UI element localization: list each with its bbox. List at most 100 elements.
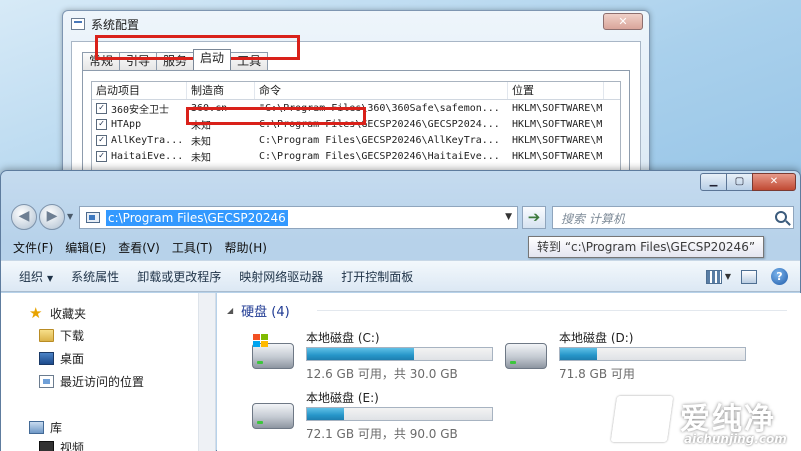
- drive-e[interactable]: 本地磁盘 (E:) 72.1 GB 可用，共 90.0 GB: [252, 389, 502, 447]
- view-controls: ▼ ?: [696, 268, 788, 285]
- nav-recent-label: 最近访问的位置: [60, 374, 145, 389]
- hard-drive-icon: [252, 403, 294, 429]
- address-bar[interactable]: c:\Program Files\GECSP20246 ▼: [79, 206, 518, 229]
- change-view-icon[interactable]: [705, 269, 722, 284]
- menu-file[interactable]: 文件(F): [13, 237, 53, 259]
- drive-free-space: 72.1 GB 可用，共 90.0 GB: [306, 427, 458, 441]
- nav-videos-label: 视频: [60, 440, 85, 451]
- tab-startup[interactable]: 启动: [193, 49, 232, 70]
- uninstall-program-button[interactable]: 卸载或更改程序: [137, 268, 221, 285]
- tab-services[interactable]: 服务: [156, 52, 195, 70]
- minimize-icon[interactable]: ▁: [700, 173, 727, 191]
- go-arrow-button[interactable]: ➔: [522, 206, 546, 229]
- drive-c[interactable]: 本地磁盘 (C:) 12.6 GB 可用，共 30.0 GB: [252, 329, 502, 387]
- goto-tooltip: 转到 “c:\Program Files\GECSP20246”: [528, 236, 765, 258]
- tab-general[interactable]: 常规: [82, 52, 121, 70]
- system-config-titlebar[interactable]: 系统配置 ✕: [63, 11, 649, 37]
- startup-item-command: C:\Program Files\GECSP20246\GECSP2024...: [259, 118, 500, 130]
- view-options-chevron-icon[interactable]: ▼: [725, 272, 731, 281]
- startup-item-command: "C:\Program Files\360\360Safe\safemon...: [259, 102, 500, 114]
- hard-disks-group-header[interactable]: ◢ 硬盘 (4): [227, 301, 290, 320]
- drive-usage-bar: [559, 347, 746, 361]
- address-input[interactable]: c:\Program Files\GECSP20246: [106, 210, 288, 226]
- startup-item-maker: 未知: [191, 120, 211, 132]
- tab-tools[interactable]: 工具: [230, 52, 269, 70]
- column-header-manufacturer[interactable]: 制造商: [187, 82, 255, 99]
- system-config-tabs: 常规 引导 服务 启动 工具: [82, 49, 269, 70]
- address-dropdown-icon[interactable]: ▼: [505, 212, 512, 222]
- startup-item-maker: 360.cn: [191, 102, 228, 114]
- nav-scrollbar[interactable]: [198, 293, 215, 451]
- startup-item-name: HaitaiEve...: [111, 150, 184, 162]
- nav-favorites[interactable]: ★ 收藏夹: [29, 303, 86, 323]
- nav-libraries-label: 库: [50, 420, 63, 435]
- explorer-window: ▁ ▢ ✕ ◀ ▶ ▼ c:\Program Files\GECSP20246 …: [0, 170, 801, 451]
- drive-usage-bar: [306, 407, 493, 421]
- maximize-icon[interactable]: ▢: [726, 173, 753, 191]
- column-header-command[interactable]: 命令: [255, 82, 508, 99]
- menu-edit[interactable]: 编辑(E): [65, 237, 106, 259]
- close-icon[interactable]: ✕: [752, 173, 796, 191]
- startup-row[interactable]: ✓ 360安全卫士 360.cn "C:\Program Files\360\36…: [92, 100, 620, 116]
- help-icon[interactable]: ?: [771, 268, 788, 285]
- tab-boot[interactable]: 引导: [119, 52, 158, 70]
- close-icon[interactable]: ✕: [603, 13, 643, 30]
- nav-recent-places[interactable]: 最近访问的位置: [39, 371, 144, 391]
- menu-tools[interactable]: 工具(T): [172, 237, 213, 259]
- nav-desktop-label: 桌面: [60, 351, 85, 366]
- startup-item-name: 360安全卫士: [111, 104, 170, 116]
- nav-favorites-label: 收藏夹: [50, 306, 87, 321]
- nav-downloads[interactable]: 下载: [39, 325, 84, 345]
- drive-usage-fill: [307, 408, 344, 420]
- nav-videos[interactable]: 视频: [39, 437, 84, 451]
- startup-checkbox[interactable]: ✓: [96, 134, 107, 146]
- search-icon[interactable]: [775, 211, 787, 223]
- collapse-triangle-icon[interactable]: ◢: [227, 306, 233, 315]
- startup-checkbox[interactable]: ✓: [96, 118, 107, 130]
- desktop-icon: [39, 351, 54, 365]
- startup-checkbox[interactable]: ✓: [96, 150, 107, 162]
- startup-item-command: C:\Program Files\GECSP20246\AllKeyTra...: [259, 134, 500, 146]
- recent-pages-chevron-icon[interactable]: ▼: [67, 212, 73, 221]
- folder-icon: [39, 328, 54, 342]
- search-input[interactable]: 搜索 计算机: [561, 210, 625, 227]
- startup-row[interactable]: ✓ HTApp 未知 C:\Program Files\GECSP20246\GE…: [92, 116, 620, 132]
- startup-list-header: 启动项目 制造商 命令 位置: [92, 82, 620, 100]
- drive-name: 本地磁盘 (E:): [306, 391, 379, 405]
- search-box[interactable]: 搜索 计算机: [552, 206, 794, 229]
- startup-item-location: HKLM\SOFTWARE\M: [512, 118, 603, 130]
- startup-item-maker: 未知: [191, 152, 211, 164]
- column-header-item[interactable]: 启动项目: [92, 82, 187, 99]
- back-arrow-icon[interactable]: ◀: [11, 204, 37, 230]
- system-properties-button[interactable]: 系统属性: [71, 268, 119, 285]
- nav-libraries[interactable]: 库: [29, 417, 62, 437]
- windows-logo-icon: [253, 334, 269, 348]
- msconfig-app-icon: [71, 18, 85, 30]
- drive-name: 本地磁盘 (C:): [306, 331, 380, 345]
- drive-usage-fill: [560, 348, 597, 360]
- drive-d[interactable]: 本地磁盘 (D:) 71.8 GB 可用: [505, 329, 755, 387]
- startup-checkbox[interactable]: ✓: [96, 102, 107, 114]
- group-divider: [317, 310, 787, 311]
- startup-item-location: HKLM\SOFTWARE\M: [512, 150, 603, 162]
- map-network-drive-button[interactable]: 映射网络驱动器: [239, 268, 323, 285]
- forward-arrow-icon[interactable]: ▶: [39, 204, 65, 230]
- organize-button[interactable]: 组织 ▼: [19, 268, 53, 285]
- video-library-icon: [39, 440, 54, 451]
- open-control-panel-button[interactable]: 打开控制面板: [341, 268, 413, 285]
- column-header-location[interactable]: 位置: [508, 82, 604, 99]
- command-bar: 组织 ▼ 系统属性 卸载或更改程序 映射网络驱动器 打开控制面板 ▼ ?: [1, 260, 800, 292]
- startup-row[interactable]: ✓ HaitaiEve... 未知 C:\Program Files\GECSP2…: [92, 148, 620, 164]
- organize-label: 组织: [19, 269, 44, 284]
- preview-pane-icon[interactable]: [741, 269, 757, 284]
- drive-free-space: 12.6 GB 可用，共 30.0 GB: [306, 367, 458, 381]
- menu-view[interactable]: 查看(V): [118, 237, 160, 259]
- system-drive-icon: [252, 334, 294, 369]
- nav-desktop[interactable]: 桌面: [39, 348, 84, 368]
- menu-help[interactable]: 帮助(H): [225, 237, 267, 259]
- startup-row[interactable]: ✓ AllKeyTra... 未知 C:\Program Files\GECSP2…: [92, 132, 620, 148]
- startup-item-name: AllKeyTra...: [111, 134, 184, 146]
- startup-item-maker: 未知: [191, 136, 211, 148]
- drive-free-space: 71.8 GB 可用: [559, 367, 635, 381]
- nav-downloads-label: 下载: [60, 328, 85, 343]
